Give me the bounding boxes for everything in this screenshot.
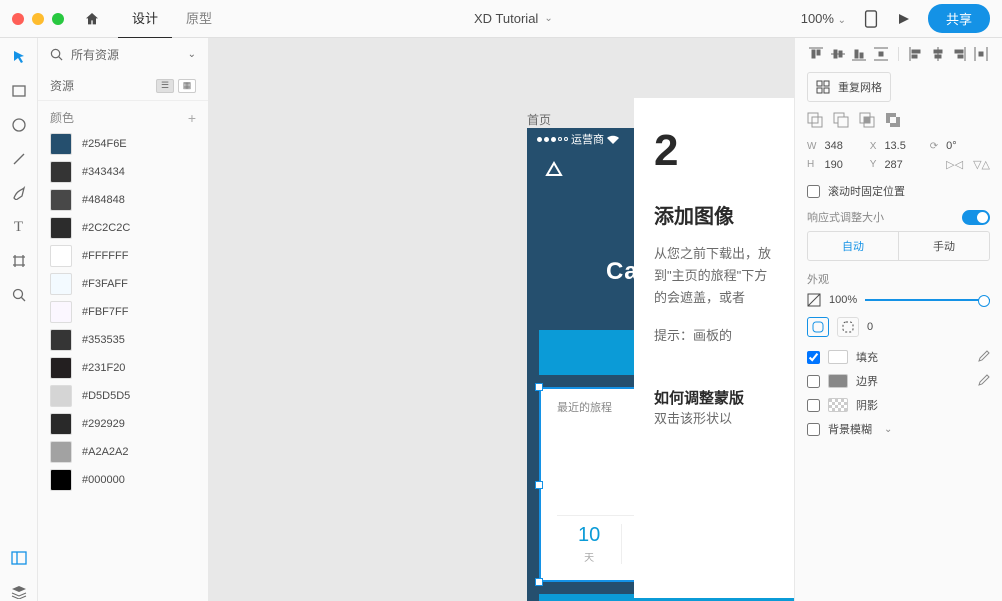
tab-design[interactable]: 设计 bbox=[118, 0, 172, 39]
zoom-level[interactable]: 100% ⌄ bbox=[801, 11, 846, 26]
line-tool[interactable] bbox=[10, 150, 28, 168]
document-title[interactable]: XD Tutorial⌄ bbox=[226, 11, 801, 26]
color-row[interactable]: #F3FAFF bbox=[38, 270, 208, 298]
shadow-swatch[interactable] bbox=[828, 398, 848, 412]
artboard-tool[interactable] bbox=[10, 252, 28, 270]
chevron-down-icon: ⌄ bbox=[188, 49, 196, 60]
title-bar: 设计 原型 XD Tutorial⌄ 100% ⌄ 共享 bbox=[0, 0, 1002, 38]
stat-item: 10天 bbox=[557, 524, 622, 564]
rotate-icon[interactable]: ⟳ bbox=[930, 141, 938, 152]
color-row[interactable]: #254F6E bbox=[38, 130, 208, 158]
exclude-boolean-icon[interactable] bbox=[885, 112, 901, 128]
window-controls bbox=[12, 13, 64, 25]
grid-view-button[interactable]: ▦ bbox=[178, 79, 196, 93]
rectangle-tool[interactable] bbox=[10, 82, 28, 100]
select-tool[interactable] bbox=[10, 48, 28, 66]
align-vcenter-icon[interactable] bbox=[829, 46, 847, 62]
align-bottom-icon[interactable] bbox=[851, 46, 869, 62]
repeat-grid-button[interactable]: 重复网格 bbox=[807, 72, 891, 102]
fix-scroll-checkbox[interactable]: 滚动时固定位置 bbox=[807, 183, 990, 199]
color-row[interactable]: #FFFFFF bbox=[38, 242, 208, 270]
color-row[interactable]: #A2A2A2 bbox=[38, 438, 208, 466]
tutorial-panel: 2 添加图像 从您之前下载出，放到"主页的旅程"下方的会遮盖，或者 提示：画板的… bbox=[634, 98, 794, 598]
color-row[interactable]: #000000 bbox=[38, 466, 208, 494]
layers-panel-toggle[interactable] bbox=[10, 583, 28, 601]
shadow-checkbox[interactable] bbox=[807, 399, 820, 412]
logo-icon bbox=[545, 160, 563, 178]
search-icon bbox=[50, 48, 63, 61]
color-row[interactable]: #292929 bbox=[38, 410, 208, 438]
corner-individual-icon[interactable] bbox=[837, 317, 859, 337]
color-row[interactable]: #484848 bbox=[38, 186, 208, 214]
fill-swatch[interactable] bbox=[828, 350, 848, 364]
flip-v-icon[interactable]: ▽△ bbox=[973, 158, 990, 171]
distribute-v-icon[interactable] bbox=[872, 46, 890, 62]
align-left-icon[interactable] bbox=[907, 46, 925, 62]
align-top-icon[interactable] bbox=[807, 46, 825, 62]
corner-all-icon[interactable] bbox=[807, 317, 829, 337]
height-input[interactable]: 190 bbox=[824, 159, 861, 171]
text-tool[interactable]: T bbox=[10, 218, 28, 236]
x-input[interactable]: 13.5 bbox=[884, 140, 921, 152]
opacity-icon bbox=[807, 293, 821, 307]
home-icon[interactable] bbox=[84, 11, 100, 27]
add-boolean-icon[interactable] bbox=[807, 112, 823, 128]
width-input[interactable]: 348 bbox=[824, 140, 861, 152]
properties-panel: 重复网格 W348 X13.5 ⟳0° H190 Y287 ▷◁▽△ 滚动时固定… bbox=[794, 38, 1002, 601]
canvas[interactable]: 首页 运营商 上午 9:41 ✱42% 欢迎使用 Campvibes！ 我们的博… bbox=[209, 38, 794, 601]
color-row[interactable]: #231F20 bbox=[38, 354, 208, 382]
y-input[interactable]: 287 bbox=[884, 159, 921, 171]
minimize-window[interactable] bbox=[32, 13, 44, 25]
repeat-grid-icon bbox=[816, 80, 830, 94]
play-icon[interactable] bbox=[896, 12, 910, 26]
mode-tabs: 设计 原型 bbox=[118, 0, 226, 39]
opacity-slider[interactable] bbox=[865, 299, 990, 301]
assets-panel: 所有资源 ⌄ 资源 ☰ ▦ 颜色 + #254F6E#343434#484848… bbox=[38, 38, 209, 601]
intersect-boolean-icon[interactable] bbox=[859, 112, 875, 128]
tool-rail: T bbox=[0, 38, 38, 601]
assets-panel-toggle[interactable] bbox=[10, 549, 28, 567]
blur-checkbox[interactable] bbox=[807, 423, 820, 436]
align-right-icon[interactable] bbox=[950, 46, 968, 62]
share-button[interactable]: 共享 bbox=[928, 4, 990, 33]
eyedropper-icon[interactable] bbox=[976, 374, 990, 388]
border-swatch[interactable] bbox=[828, 374, 848, 388]
eyedropper-icon[interactable] bbox=[976, 350, 990, 364]
align-row bbox=[807, 46, 990, 62]
color-row[interactable]: #2C2C2C bbox=[38, 214, 208, 242]
tab-prototype[interactable]: 原型 bbox=[172, 0, 226, 39]
add-icon[interactable]: + bbox=[188, 110, 196, 126]
border-checkbox[interactable] bbox=[807, 375, 820, 388]
chevron-down-icon: ⌄ bbox=[544, 13, 552, 24]
align-hcenter-icon[interactable] bbox=[929, 46, 947, 62]
wifi-icon bbox=[607, 135, 619, 144]
colors-section-header[interactable]: 颜色 + bbox=[38, 101, 208, 130]
artboard-name[interactable]: 首页 bbox=[527, 111, 551, 128]
list-view-button[interactable]: ☰ bbox=[156, 79, 174, 93]
distribute-h-icon[interactable] bbox=[972, 46, 990, 62]
color-row[interactable]: #D5D5D5 bbox=[38, 382, 208, 410]
transform-section: W348 X13.5 ⟳0° H190 Y287 ▷◁▽△ bbox=[807, 140, 990, 171]
assets-header: 资源 ☰ ▦ bbox=[38, 71, 208, 101]
close-window[interactable] bbox=[12, 13, 24, 25]
color-row[interactable]: #FBF7FF bbox=[38, 298, 208, 326]
fill-checkbox[interactable] bbox=[807, 351, 820, 364]
device-icon[interactable] bbox=[864, 10, 878, 28]
appearance-label: 外观 bbox=[807, 271, 990, 287]
ellipse-tool[interactable] bbox=[10, 116, 28, 134]
responsive-toggle[interactable] bbox=[962, 210, 990, 225]
subtract-boolean-icon[interactable] bbox=[833, 112, 849, 128]
color-list: #254F6E#343434#484848#2C2C2C#FFFFFF#F3FA… bbox=[38, 130, 208, 601]
corner-radius-input[interactable]: 0 bbox=[867, 321, 873, 333]
maximize-window[interactable] bbox=[52, 13, 64, 25]
asset-search[interactable]: 所有资源 ⌄ bbox=[38, 38, 208, 71]
pen-tool[interactable] bbox=[10, 184, 28, 202]
zoom-tool[interactable] bbox=[10, 286, 28, 304]
resize-mode-segment[interactable]: 自动手动 bbox=[807, 231, 990, 261]
opacity-value[interactable]: 100% bbox=[829, 294, 857, 306]
flip-h-icon[interactable]: ▷◁ bbox=[946, 158, 963, 171]
color-row[interactable]: #343434 bbox=[38, 158, 208, 186]
color-row[interactable]: #353535 bbox=[38, 326, 208, 354]
